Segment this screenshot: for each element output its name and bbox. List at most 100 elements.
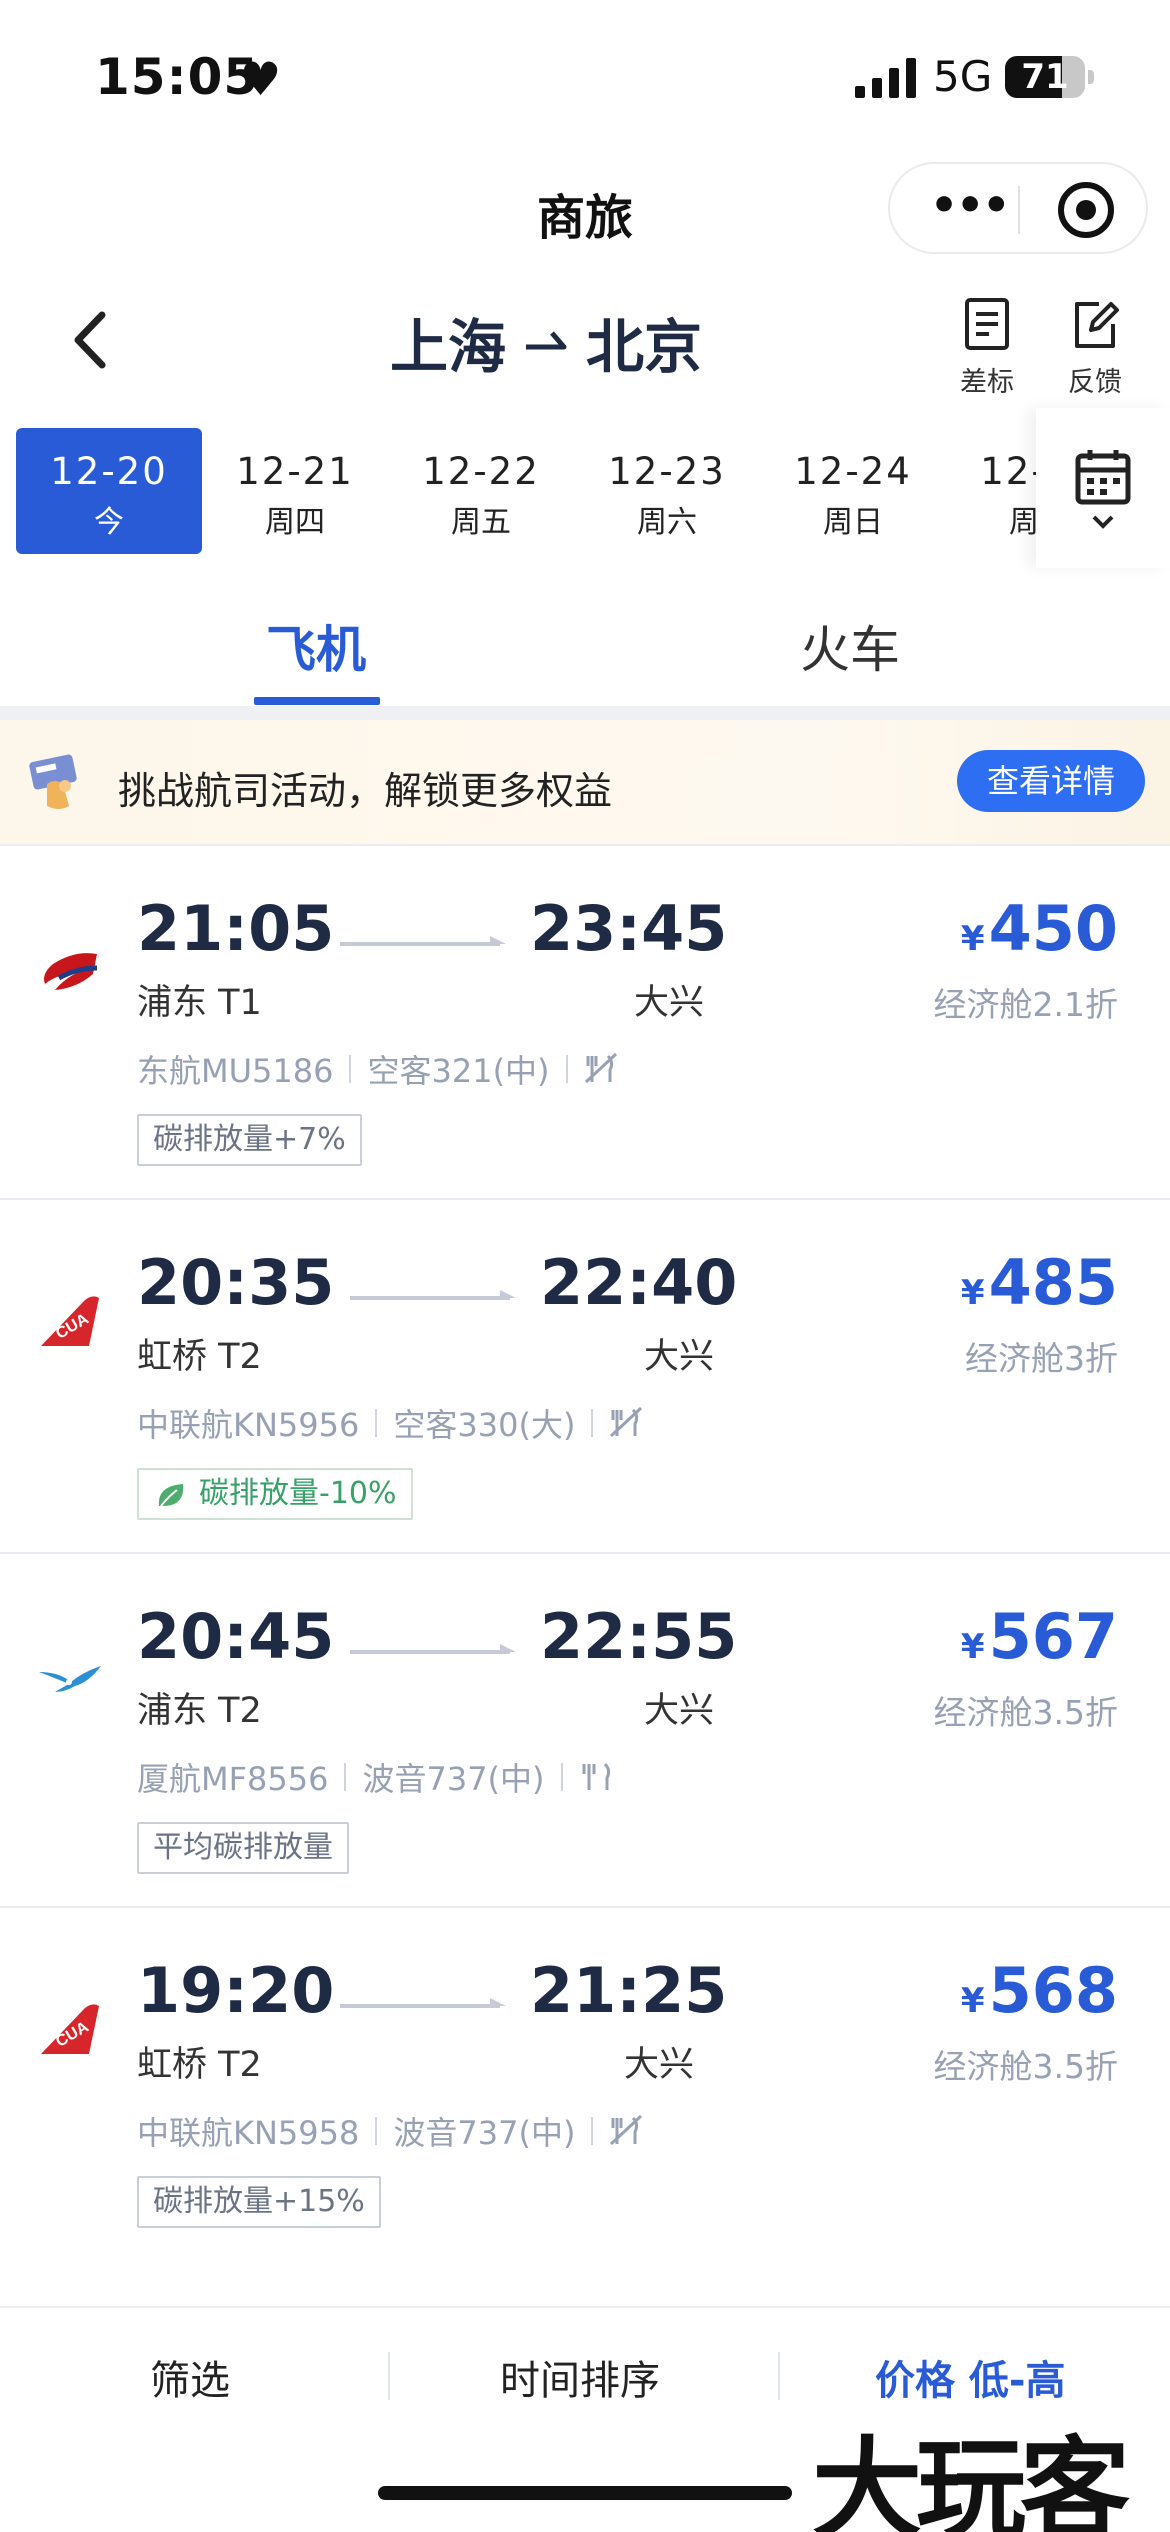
tab-plane[interactable]: 飞机 xyxy=(266,610,366,682)
promo-text: 挑战航司活动，解锁更多权益 xyxy=(118,769,613,813)
capsule-divider xyxy=(1018,186,1020,234)
edit-icon xyxy=(1075,302,1119,348)
home-indicator[interactable] xyxy=(378,2486,792,2500)
flight-meta: 厦航MF8556 波音737(中) xyxy=(137,1754,615,1800)
meal-icon xyxy=(582,1762,610,1790)
departure-airport: 虹桥 T2 xyxy=(137,2045,262,2085)
flight-line xyxy=(340,936,506,946)
view-details-button[interactable]: 查看详情 xyxy=(957,750,1145,812)
aircraft-type: 波音737(中) xyxy=(362,1760,545,1798)
no-meal-icon xyxy=(610,1406,643,1438)
departure-time: 19:20 xyxy=(137,1954,335,2027)
calendar-button[interactable] xyxy=(1036,408,1170,568)
section-divider xyxy=(0,706,1170,720)
cabin-discount: 经济舱3折 xyxy=(965,1339,1118,1378)
weekday-label: 周五 xyxy=(451,505,511,540)
flight-line xyxy=(340,1998,506,2008)
china-united-logo-icon: CUA xyxy=(41,2004,99,2054)
arrival-airport: 大兴 xyxy=(644,1337,715,1377)
cabin-discount: 经济舱2.1折 xyxy=(933,985,1118,1024)
flight-meta: 东航MU5186 空客321(中) xyxy=(137,1046,620,1092)
china-eastern-logo-icon xyxy=(44,953,98,990)
arrival-time: 22:55 xyxy=(540,1600,738,1673)
no-meal-icon xyxy=(584,1052,617,1084)
price-value: 567 xyxy=(988,1600,1118,1673)
feedback-button[interactable]: 反馈 xyxy=(1040,296,1150,399)
flight-card[interactable]: 21:05 23:45 浦东 T1 大兴 东航MU5186 空客321(中) 碳… xyxy=(0,844,1170,1198)
carbon-tag: 碳排放量+15% xyxy=(137,2176,381,2228)
carbon-tag: 碳排放量+7% xyxy=(137,1114,362,1166)
route-title: 上海 北京 xyxy=(390,300,702,384)
arrival-time: 22:40 xyxy=(540,1246,738,1319)
flight-number: 中联航KN5956 xyxy=(137,1406,360,1444)
weekday-label: 周六 xyxy=(637,505,697,540)
flight-card[interactable]: CUA 19:20 21:25 虹桥 T2 大兴 中联航KN5958 波音737… xyxy=(0,1906,1170,2260)
china-united-logo-icon: CUA xyxy=(41,1296,99,1346)
aircraft-type: 空客330(大) xyxy=(393,1406,576,1444)
xiamen-airlines-logo-icon xyxy=(39,1666,101,1692)
aircraft-type: 空客321(中) xyxy=(367,1052,550,1090)
flight-meta: 中联航KN5956 空客330(大) xyxy=(137,1400,645,1446)
promo-card-icon xyxy=(29,754,77,809)
flight-card[interactable]: 20:45 22:55 浦东 T2 大兴 厦航MF8556 波音737(中) 平… xyxy=(0,1552,1170,1906)
close-target-icon[interactable] xyxy=(1058,182,1114,238)
date-label: 12-24 xyxy=(794,450,912,493)
signal-icon xyxy=(855,58,916,98)
tab-underline xyxy=(254,697,380,705)
date-item[interactable]: 12-22 周五 xyxy=(388,428,574,554)
date-label: 12-22 xyxy=(422,450,540,493)
battery-level: 71 xyxy=(1021,57,1069,97)
more-icon[interactable]: ••• xyxy=(930,184,1010,228)
back-chevron-icon[interactable] xyxy=(62,305,122,375)
feedback-label: 反馈 xyxy=(1068,367,1122,398)
tab-train[interactable]: 火车 xyxy=(800,610,900,682)
arrival-time: 21:25 xyxy=(530,1954,728,2027)
cabin-discount: 经济舱3.5折 xyxy=(933,1693,1118,1732)
arrival-airport: 大兴 xyxy=(624,2045,695,2085)
price: ¥567 xyxy=(961,1600,1118,1673)
time-sort-button[interactable]: 时间排序 xyxy=(500,2348,660,2406)
route-from: 上海 xyxy=(390,313,507,381)
cabin-discount: 经济舱3.5折 xyxy=(933,2047,1118,2086)
date-item[interactable]: 12-24 周日 xyxy=(760,428,946,554)
departure-time: 21:05 xyxy=(137,892,335,965)
calendar-icon xyxy=(1075,450,1131,505)
date-item[interactable]: 12-20 今 xyxy=(16,428,202,554)
weekday-label: 今 xyxy=(94,505,124,540)
currency-symbol: ¥ xyxy=(960,1273,985,1313)
no-meal-icon xyxy=(610,2114,643,2146)
currency-symbol: ¥ xyxy=(960,1981,985,2021)
price: ¥485 xyxy=(961,1246,1118,1319)
date-item[interactable]: 12-25 周一 xyxy=(946,428,1036,554)
diff-standard-button[interactable]: 差标 xyxy=(932,296,1042,399)
date-item[interactable]: 12-21 周四 xyxy=(202,428,388,554)
network-type: 5G xyxy=(933,52,993,101)
filter-button[interactable]: 筛选 xyxy=(150,2348,230,2406)
flight-line xyxy=(350,1644,516,1654)
price-value: 568 xyxy=(988,1954,1118,2027)
aircraft-type: 波音737(中) xyxy=(393,2114,576,2152)
flight-number: 东航MU5186 xyxy=(137,1052,334,1090)
date-label: 12-20 xyxy=(50,450,168,493)
date-item[interactable]: 12-23 周六 xyxy=(574,428,760,554)
price: ¥450 xyxy=(961,892,1118,965)
price: ¥568 xyxy=(961,1954,1118,2027)
carbon-tag: 平均碳排放量 xyxy=(137,1822,349,1874)
currency-symbol: ¥ xyxy=(960,919,985,959)
price-sort-button[interactable]: 价格 低-高 xyxy=(875,2348,1066,2406)
departure-airport: 浦东 T2 xyxy=(137,1691,262,1731)
heart-icon: ♥ xyxy=(240,52,282,106)
departure-time: 20:45 xyxy=(137,1600,335,1673)
flight-card[interactable]: CUA 20:35 22:40 虹桥 T2 大兴 中联航KN5956 空客330… xyxy=(0,1198,1170,1552)
flight-meta: 中联航KN5958 波音737(中) xyxy=(137,2108,645,2154)
watermark: 大玩客 xyxy=(812,2425,1130,2532)
departure-airport: 虹桥 T2 xyxy=(137,1337,262,1377)
price-value: 450 xyxy=(988,892,1118,965)
document-icon xyxy=(965,298,1009,350)
currency-symbol: ¥ xyxy=(960,1627,985,1667)
departure-time: 20:35 xyxy=(137,1246,335,1319)
status-bar: 15:05 ♥ 5G 71 xyxy=(0,0,1170,150)
date-label: 12-25 xyxy=(980,450,1036,493)
arrival-airport: 大兴 xyxy=(644,1691,715,1731)
promo-banner[interactable]: 挑战航司活动，解锁更多权益 查看详情 xyxy=(0,720,1170,844)
